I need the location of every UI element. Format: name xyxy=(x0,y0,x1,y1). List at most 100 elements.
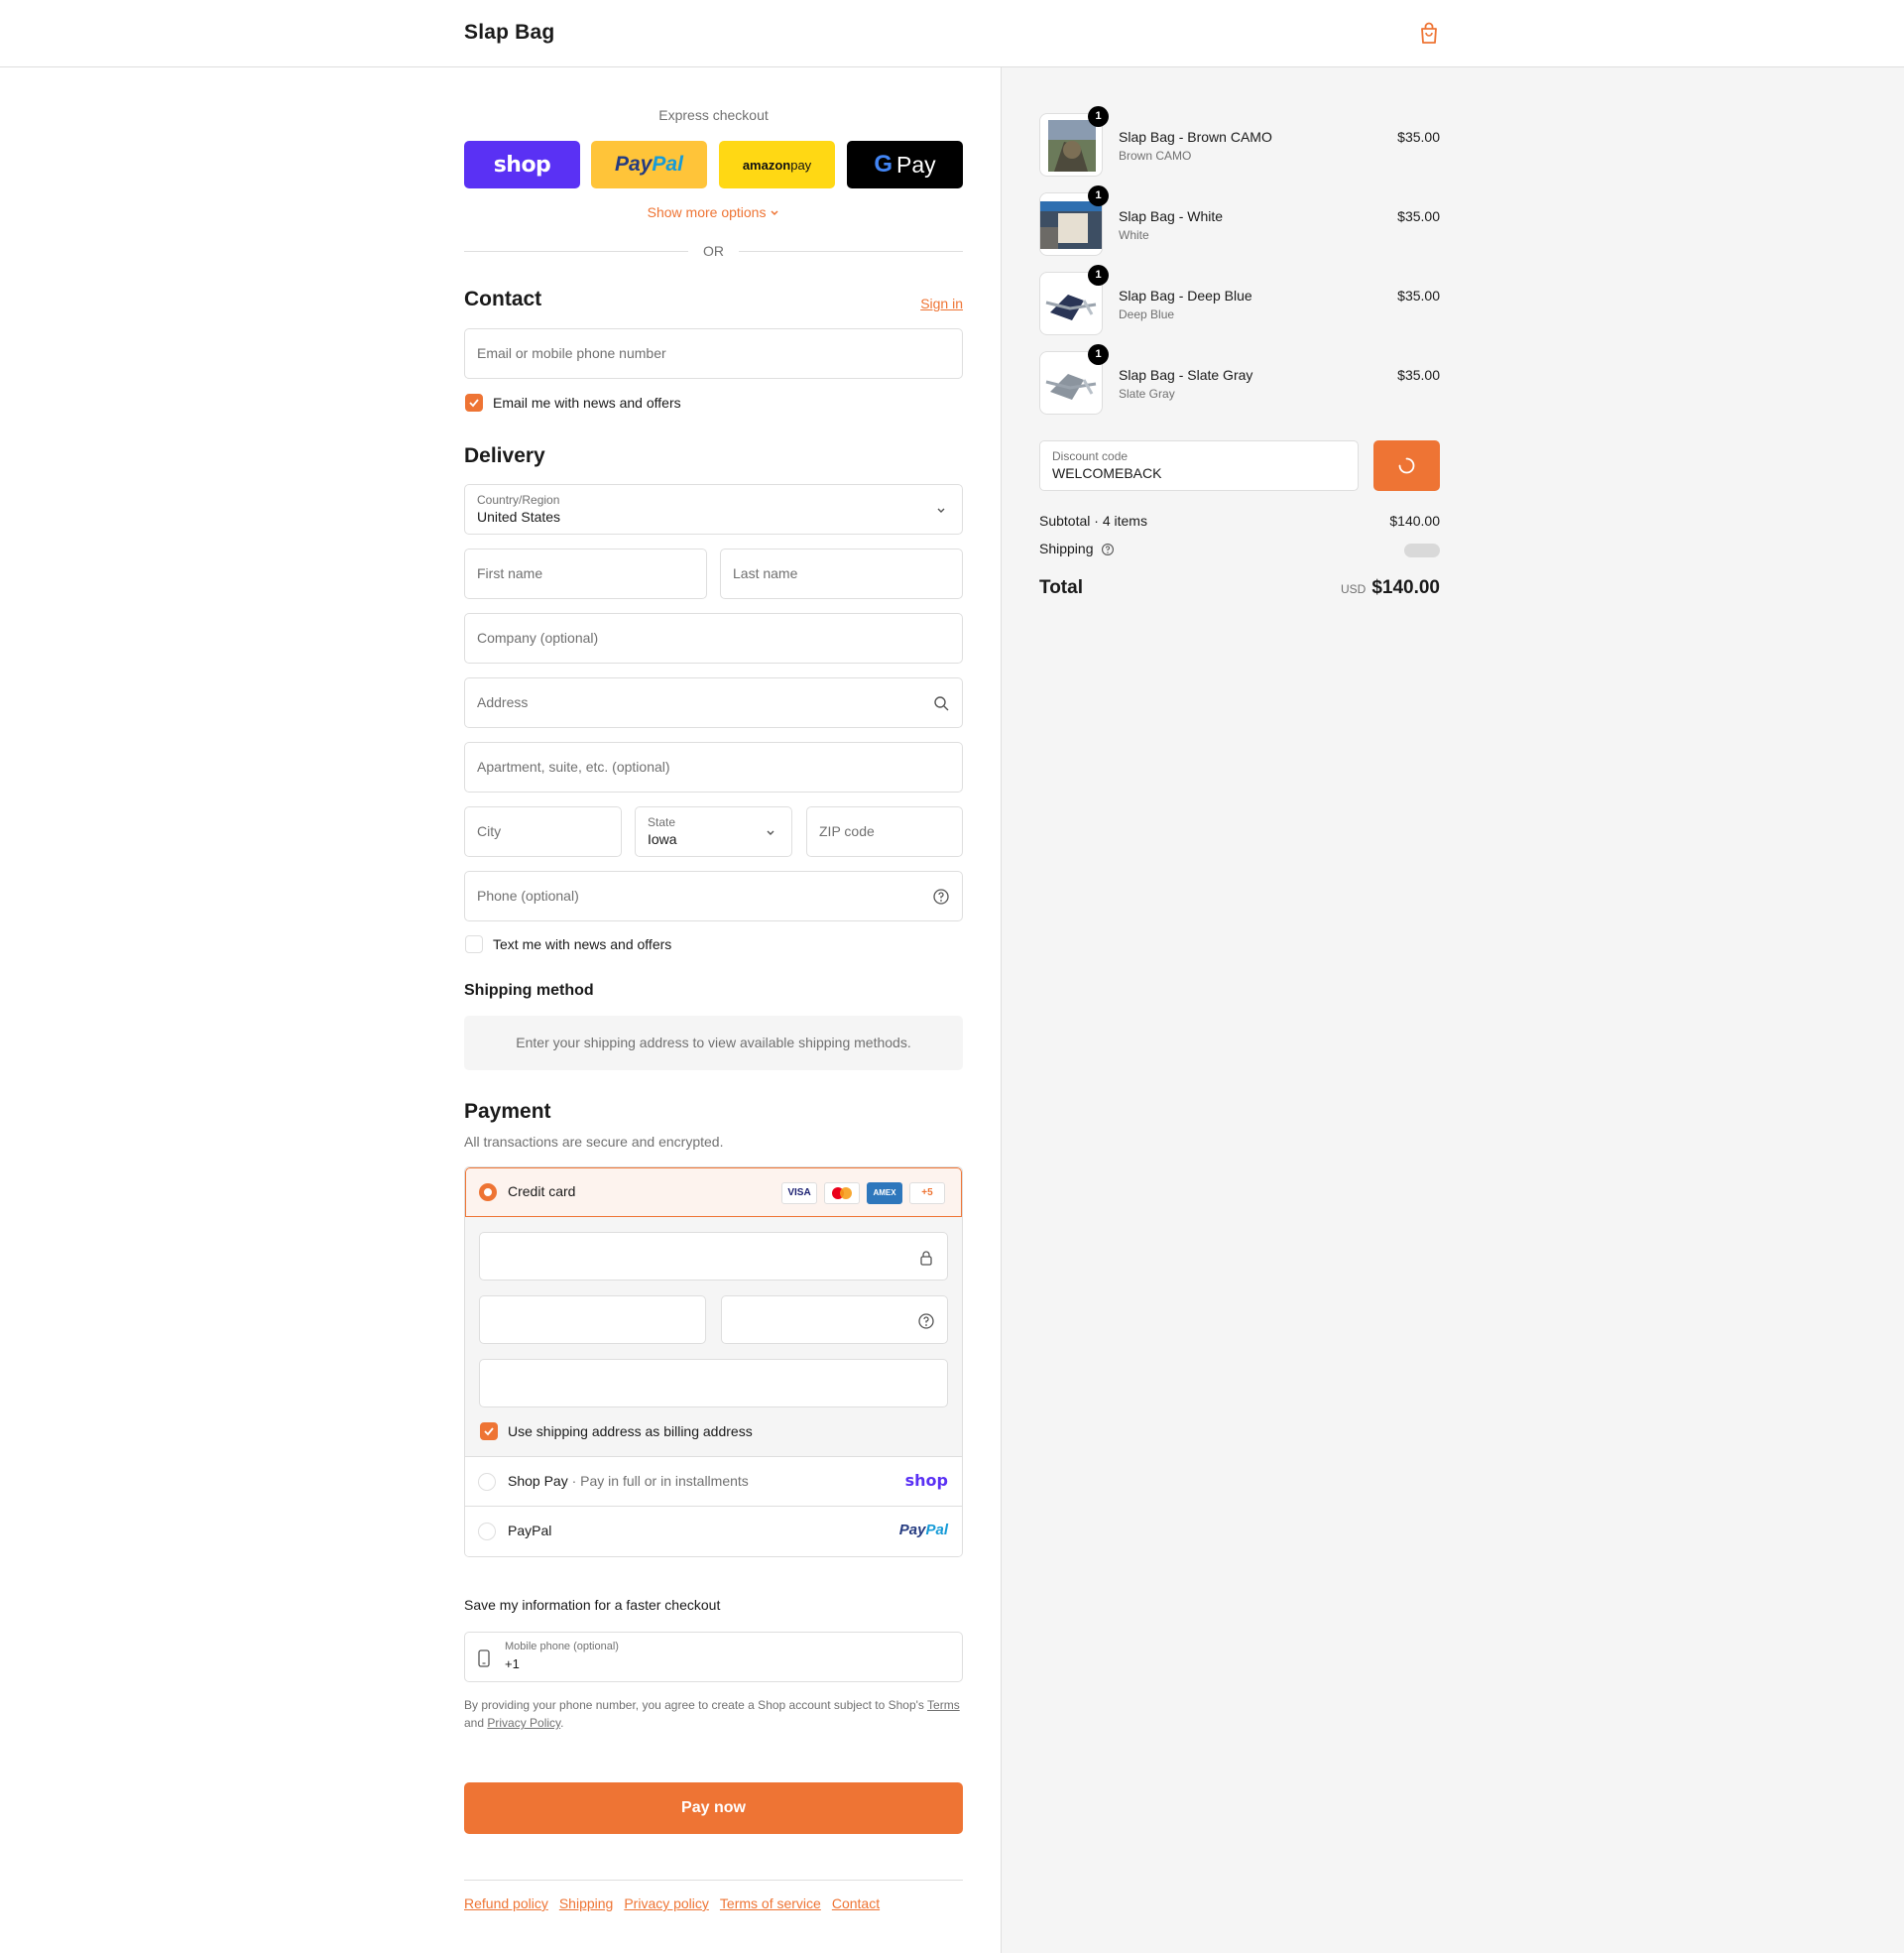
visa-icon: VISA xyxy=(781,1182,817,1204)
shipping-method-heading: Shipping method xyxy=(464,982,594,999)
shipping-policy-link[interactable]: Shipping xyxy=(559,1895,614,1911)
more-cards-badge: +5 xyxy=(909,1182,945,1204)
paypal-radio[interactable] xyxy=(478,1523,496,1540)
shop-pay-logo: shop xyxy=(904,1471,948,1490)
subtotal-label: Subtotal · 4 items xyxy=(1039,513,1147,529)
email-news-label: Email me with news and offers xyxy=(493,395,681,411)
billing-address-checkbox[interactable] xyxy=(480,1422,498,1440)
credit-card-form: Use shipping address as billing address xyxy=(465,1217,962,1457)
total-amount: USD $140.00 xyxy=(1341,577,1440,599)
help-icon[interactable] xyxy=(1101,543,1115,556)
pay-now-button[interactable]: Pay now xyxy=(464,1782,963,1834)
apartment-field[interactable]: Apartment, suite, etc. (optional) xyxy=(464,742,963,793)
name-on-card-field[interactable] xyxy=(479,1359,948,1407)
phone-field[interactable]: Phone (optional) xyxy=(464,871,963,921)
delivery-heading: Delivery xyxy=(464,444,545,467)
zip-field[interactable]: ZIP code xyxy=(806,806,963,857)
paypal-logo-pay: Pay xyxy=(898,1522,926,1538)
shop-pay-express-button[interactable]: shop xyxy=(464,141,580,188)
item-price: $35.00 xyxy=(1397,129,1440,145)
show-more-options-link[interactable]: Show more options xyxy=(464,204,963,220)
item-name: Slap Bag - Deep Blue xyxy=(1119,288,1252,304)
checkmark-icon xyxy=(484,1427,494,1436)
paypal-express-button[interactable]: Pay Pal xyxy=(591,141,707,188)
contact-link[interactable]: Contact xyxy=(832,1895,880,1911)
terms-of-service-link[interactable]: Terms of service xyxy=(720,1895,821,1911)
city-field[interactable]: City xyxy=(464,806,622,857)
quantity-badge: 1 xyxy=(1088,344,1109,365)
shop-pay-option[interactable]: Shop Pay · Pay in full or in installment… xyxy=(465,1457,962,1507)
help-icon[interactable] xyxy=(917,1312,935,1330)
currency-code: USD xyxy=(1340,582,1367,596)
cart-icon[interactable] xyxy=(1418,22,1440,46)
help-icon[interactable] xyxy=(932,888,950,906)
shipping-method-notice: Enter your shipping address to view avai… xyxy=(464,1016,963,1070)
mobile-phone-value: +1 xyxy=(505,1656,520,1671)
subtotal-value: $140.00 xyxy=(1389,513,1440,529)
credit-card-radio[interactable] xyxy=(479,1183,497,1201)
apply-discount-button[interactable] xyxy=(1373,440,1440,491)
privacy-policy-link[interactable]: Privacy policy xyxy=(624,1895,709,1911)
gpay-text: Pay xyxy=(896,151,936,178)
item-price: $35.00 xyxy=(1397,288,1440,304)
country-select[interactable]: Country/Region United States xyxy=(464,484,963,535)
chevron-down-icon xyxy=(937,508,945,513)
company-field[interactable]: Company (optional) xyxy=(464,613,963,664)
credit-card-option[interactable]: Credit card VISA AMEX +5 xyxy=(465,1167,962,1217)
mastercard-icon xyxy=(824,1182,860,1204)
discount-code-field[interactable]: Discount code WELCOMEBACK xyxy=(1039,440,1359,491)
item-variant: Brown CAMO xyxy=(1119,149,1192,163)
first-name-field[interactable]: First name xyxy=(464,549,707,599)
last-name-field[interactable]: Last name xyxy=(720,549,963,599)
chevron-down-icon xyxy=(771,210,778,216)
text-news-checkbox[interactable] xyxy=(465,935,483,953)
contact-heading: Contact xyxy=(464,288,542,310)
total-value: $140.00 xyxy=(1371,577,1440,598)
mobile-phone-label: Mobile phone (optional) xyxy=(505,1641,619,1652)
expiration-date-field[interactable] xyxy=(479,1295,706,1344)
item-variant: White xyxy=(1119,228,1149,242)
show-more-options-label: Show more options xyxy=(647,204,767,220)
total-row: Total USD $140.00 xyxy=(1039,577,1440,599)
paypal-option[interactable]: PayPal PayPal xyxy=(465,1507,962,1556)
brand-logo[interactable]: Slap Bag xyxy=(464,21,554,45)
terms-link[interactable]: Terms xyxy=(927,1698,960,1712)
google-g-icon: G xyxy=(874,151,893,178)
apartment-placeholder: Apartment, suite, etc. (optional) xyxy=(477,759,670,775)
lock-icon xyxy=(920,1251,932,1266)
paypal-logo-pal: Pal xyxy=(925,1522,948,1538)
line-item: 1 Slap Bag - Deep Blue Deep Blue $35.00 xyxy=(1039,265,1440,337)
country-value: United States xyxy=(477,509,561,525)
sign-in-link[interactable]: Sign in xyxy=(920,296,963,311)
email-news-checkbox[interactable] xyxy=(465,394,483,412)
refund-policy-link[interactable]: Refund policy xyxy=(464,1895,548,1911)
line-item: 1 Slap Bag - Brown CAMO Brown CAMO $35.0… xyxy=(1039,106,1440,179)
privacy-policy-link[interactable]: Privacy Policy xyxy=(487,1716,560,1730)
discount-code-value: WELCOMEBACK xyxy=(1052,465,1162,481)
amazon-pay-text: pay xyxy=(790,157,812,173)
shop-pay-name: Shop Pay xyxy=(508,1473,568,1489)
legal-text: and xyxy=(464,1716,488,1730)
card-number-field[interactable] xyxy=(479,1232,948,1281)
amazon-logo: amazon xyxy=(742,157,791,173)
footer-links: Refund policy Shipping Privacy policy Terms… xyxy=(464,1895,891,1911)
security-code-field[interactable] xyxy=(721,1295,948,1344)
email-field[interactable]: Email or mobile phone number xyxy=(464,328,963,379)
shop-pay-label: Shop Pay · Pay in full or in installment… xyxy=(508,1473,749,1489)
city-placeholder: City xyxy=(477,823,502,839)
google-pay-express-button[interactable]: G Pay xyxy=(847,141,963,188)
mobile-phone-field[interactable]: Mobile phone (optional) +1 xyxy=(464,1632,963,1682)
email-placeholder: Email or mobile phone number xyxy=(477,345,666,361)
header: Slap Bag xyxy=(0,0,1904,67)
shop-pay-radio[interactable] xyxy=(478,1473,496,1491)
or-label: OR xyxy=(703,243,724,259)
item-name: Slap Bag - White xyxy=(1119,208,1224,224)
item-name: Slap Bag - Slate Gray xyxy=(1119,367,1253,383)
amazon-pay-express-button[interactable]: amazon pay xyxy=(719,141,835,188)
item-name: Slap Bag - Brown CAMO xyxy=(1119,129,1272,145)
quantity-badge: 1 xyxy=(1088,185,1109,206)
address-field[interactable]: Address xyxy=(464,677,963,728)
state-select[interactable]: State Iowa xyxy=(635,806,792,857)
phone-placeholder: Phone (optional) xyxy=(477,888,579,904)
subtotal-row: Subtotal · 4 items $140.00 xyxy=(1039,513,1440,529)
